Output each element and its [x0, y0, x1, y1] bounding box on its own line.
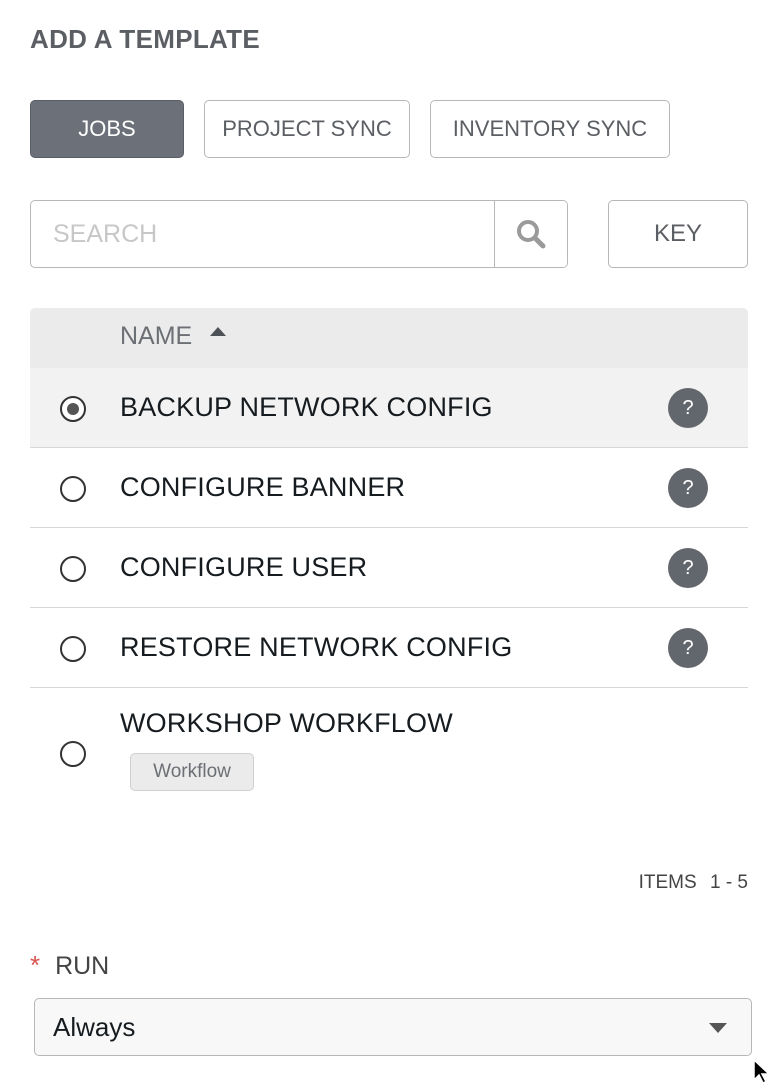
radio-button[interactable] [60, 556, 86, 582]
template-name: RESTORE NETWORK CONFIG [120, 632, 513, 662]
required-marker: * [30, 950, 41, 980]
sort-ascending-icon [210, 327, 227, 336]
list-item[interactable]: CONFIGURE USER ? [30, 528, 748, 608]
run-select-value: Always [53, 1011, 136, 1042]
help-icon[interactable]: ? [668, 628, 708, 668]
search-box [30, 200, 568, 268]
search-icon [517, 220, 546, 249]
list-item[interactable]: BACKUP NETWORK CONFIG ? [30, 368, 748, 448]
list-item[interactable]: RESTORE NETWORK CONFIG ? [30, 608, 748, 688]
list-item[interactable]: CONFIGURE BANNER ? [30, 448, 748, 528]
key-button[interactable]: KEY [608, 200, 748, 268]
template-name: BACKUP NETWORK CONFIG [120, 392, 493, 422]
template-name: WORKSHOP WORKFLOW [120, 708, 453, 738]
name-column-label: NAME [120, 322, 193, 350]
run-field-label: * RUN [30, 950, 109, 981]
run-label-text: RUN [55, 952, 110, 980]
tab-project-sync[interactable]: PROJECT SYNC [204, 100, 410, 158]
workflow-badge: Workflow [130, 753, 254, 791]
help-icon[interactable]: ? [668, 548, 708, 588]
add-template-panel: ADD A TEMPLATE JOBS PROJECT SYNC INVENTO… [0, 0, 778, 1084]
template-name: CONFIGURE USER [120, 552, 368, 582]
run-select[interactable]: Always [34, 998, 752, 1056]
pagination-count: ITEMS 1 - 5 [639, 872, 748, 894]
help-icon[interactable]: ? [668, 388, 708, 428]
radio-button[interactable] [60, 396, 86, 422]
template-list: NAME BACKUP NETWORK CONFIG ? CONFIGURE B… [30, 308, 748, 816]
radio-button[interactable] [60, 476, 86, 502]
search-input[interactable] [31, 201, 494, 267]
chevron-down-icon [709, 1023, 727, 1033]
tab-inventory-sync[interactable]: INVENTORY SYNC [430, 100, 670, 158]
radio-button[interactable] [60, 741, 86, 767]
list-item[interactable]: WORKSHOP WORKFLOW Workflow [30, 688, 748, 816]
name-column-header[interactable]: NAME [120, 322, 227, 351]
search-button[interactable] [494, 201, 567, 267]
items-range: 1 - 5 [709, 872, 748, 893]
tab-jobs[interactable]: JOBS [30, 100, 184, 158]
help-icon[interactable]: ? [668, 468, 708, 508]
page-title: ADD A TEMPLATE [30, 24, 260, 54]
template-name: CONFIGURE BANNER [120, 472, 406, 502]
radio-button[interactable] [60, 636, 86, 662]
items-label: ITEMS [638, 872, 697, 893]
list-header: NAME [30, 308, 748, 368]
mouse-pointer-icon [753, 1058, 771, 1084]
